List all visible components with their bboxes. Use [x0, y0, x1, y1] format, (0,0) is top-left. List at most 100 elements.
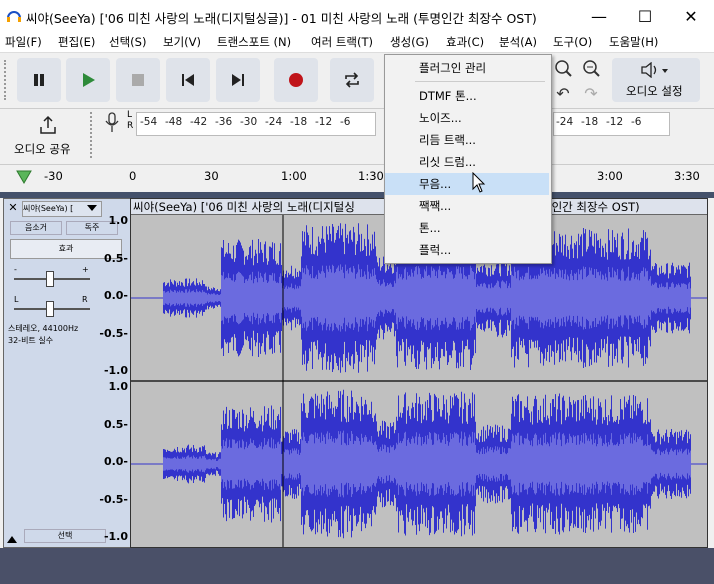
meter-scale-label: -54: [140, 116, 158, 128]
skip-start-icon: [182, 74, 194, 86]
menu-view[interactable]: 보기(V): [163, 34, 201, 50]
ruler-label: 0: [129, 169, 137, 183]
menu-transport[interactable]: 트랜스포트 (N): [217, 34, 291, 50]
amplitude-axis-label: 0.5-: [103, 252, 128, 265]
gain-plus-label: +: [82, 265, 89, 274]
audacity-logo-icon: [7, 11, 21, 22]
gain-minus-label: -: [14, 265, 17, 274]
amplitude-axis-label: -0.5-: [99, 327, 128, 340]
track-close-icon[interactable]: ✕: [6, 201, 20, 215]
meter-scale-label: -36: [215, 116, 233, 128]
meter-scale-label: -48: [165, 116, 183, 128]
meter-grip[interactable]: [90, 112, 94, 158]
menu-select[interactable]: 선택(S): [109, 34, 146, 50]
gain-slider-thumb[interactable]: [46, 271, 54, 287]
ruler-label: 1:30: [358, 169, 384, 183]
play-button[interactable]: [66, 58, 110, 102]
meter-scale-label: -18: [290, 116, 308, 128]
loop-button[interactable]: [330, 58, 374, 102]
title-bar: 씨야(SeeYa) ['06 미친 사랑의 노래(디지털싱글)] - 01 미친…: [0, 0, 714, 32]
generate-menu-item[interactable]: 리듬 트랙...: [385, 129, 549, 151]
timeline-options-icon[interactable]: [16, 170, 32, 184]
amplitude-axis-label: 1.0: [108, 380, 129, 393]
amplitude-axis-label: -0.5-: [99, 493, 128, 506]
stop-icon: [132, 74, 144, 86]
ruler-label: 3:00: [597, 169, 623, 183]
meter-scale-label: -18: [581, 116, 599, 128]
ruler-label: 30: [204, 169, 219, 183]
pause-icon: [34, 74, 44, 86]
pan-right-label: R: [82, 295, 88, 304]
pause-button[interactable]: [17, 58, 61, 102]
amplitude-axis-label: 0.0-: [103, 455, 128, 468]
mute-button[interactable]: 음소거: [10, 221, 62, 235]
record-meter-scale: -54 -48 -42 -36 -30 -24 -18 -12 -6: [140, 116, 370, 130]
generate-menu-item[interactable]: 톤...: [385, 217, 549, 239]
meter-scale-label: -12: [606, 116, 624, 128]
amplitude-axis-left: 1.0 0.5- 0.0- -0.5- -1.0: [99, 214, 130, 380]
generate-menu-dropdown: 플러그인 관리 DTMF 톤... 노이즈... 리듬 트랙... 리싯 드럼... 무음…: [384, 54, 552, 264]
microphone-icon[interactable]: [104, 112, 120, 134]
amplitude-axis-label: 1.0: [108, 214, 129, 227]
amplitude-axis-right: 1.0 0.5- 0.0- -0.5- -1.0: [99, 380, 130, 546]
audio-share-button[interactable]: 오디오 공유: [12, 113, 82, 161]
menu-effect[interactable]: 효과(C): [446, 34, 484, 50]
menu-tools[interactable]: 도구(O): [553, 34, 592, 50]
window-title: 씨야(SeeYa) ['06 미친 사랑의 노래(디지털싱글)] - 01 미친…: [26, 11, 537, 26]
meter-scale-label: -6: [631, 116, 642, 128]
zoom-fit-icon[interactable]: [580, 58, 602, 80]
pan-left-label: L: [14, 295, 19, 304]
select-track-button[interactable]: 선택: [24, 529, 106, 543]
audio-setup-label: 오디오 설정: [626, 84, 683, 98]
generate-menu-item[interactable]: 플럭...: [385, 239, 549, 261]
undo-icon[interactable]: ↶: [552, 84, 574, 104]
generate-menu-item[interactable]: 무음...: [385, 173, 549, 195]
clip-title: 씨야(SeeYa) ['06 미친 사랑의 노래(디지털싱: [133, 200, 355, 214]
generate-menu-item[interactable]: DTMF 톤...: [385, 85, 549, 107]
track-format-info: 스테레오, 44100Hz 32-비트 실수: [8, 324, 79, 345]
menu-edit[interactable]: 편집(E): [58, 34, 95, 50]
pan-slider-thumb[interactable]: [46, 301, 54, 317]
toolbar-grip[interactable]: [4, 60, 9, 100]
loop-icon: [345, 72, 359, 88]
mouse-cursor-icon: [472, 172, 486, 193]
amplitude-axis-label: -1.0: [103, 530, 128, 543]
minimize-button[interactable]: —: [576, 0, 622, 32]
menu-tracks[interactable]: 여러 트랙(T): [311, 34, 373, 50]
menu-help[interactable]: 도움말(H): [609, 34, 658, 50]
menu-analyze[interactable]: 분석(A): [499, 34, 537, 50]
skip-to-start-button[interactable]: [166, 58, 210, 102]
share-icon: [40, 115, 56, 134]
amplitude-axis-label: 0.0-: [103, 289, 128, 302]
generate-menu-item[interactable]: 플러그인 관리: [385, 57, 549, 79]
meter-scale-label: -42: [190, 116, 208, 128]
play-icon: [83, 73, 95, 87]
menu-separator: [415, 81, 545, 82]
ruler-label: 1:00: [281, 169, 307, 183]
collapse-track-icon[interactable]: [6, 529, 20, 543]
speaker-icon: [641, 62, 668, 78]
audio-setup-button[interactable]: 오디오 설정: [612, 58, 700, 102]
generate-menu-item[interactable]: 리싯 드럼...: [385, 151, 549, 173]
zoom-in-icon[interactable]: [552, 58, 574, 80]
audio-share-label: 오디오 공유: [14, 142, 71, 156]
track-menu-dropdown-icon[interactable]: [86, 204, 98, 212]
menu-file[interactable]: 파일(F): [5, 34, 42, 50]
playback-meter-scale: -24 -18 -12 -6: [556, 116, 666, 130]
redo-icon[interactable]: ↷: [580, 84, 602, 104]
amplitude-axis-label: 0.5-: [103, 418, 128, 431]
stop-button[interactable]: [116, 58, 160, 102]
generate-menu-item[interactable]: 노이즈...: [385, 107, 549, 129]
ruler-label: -30: [44, 169, 63, 183]
skip-to-end-button[interactable]: [216, 58, 260, 102]
meter-scale-label: -12: [315, 116, 333, 128]
waveform-rms: [163, 430, 691, 498]
menu-generate[interactable]: 생성(G): [390, 34, 429, 50]
meter-scale-label: -24: [265, 116, 283, 128]
record-button[interactable]: [274, 58, 318, 102]
maximize-button[interactable]: ☐: [622, 0, 668, 32]
generate-menu-item[interactable]: 짹짹...: [385, 195, 549, 217]
waveform-canvas[interactable]: [131, 215, 707, 547]
close-button[interactable]: ✕: [668, 0, 714, 32]
menu-bar: 파일(F) 편집(E) 선택(S) 보기(V) 트랜스포트 (N) 여러 트랙(…: [0, 32, 714, 83]
